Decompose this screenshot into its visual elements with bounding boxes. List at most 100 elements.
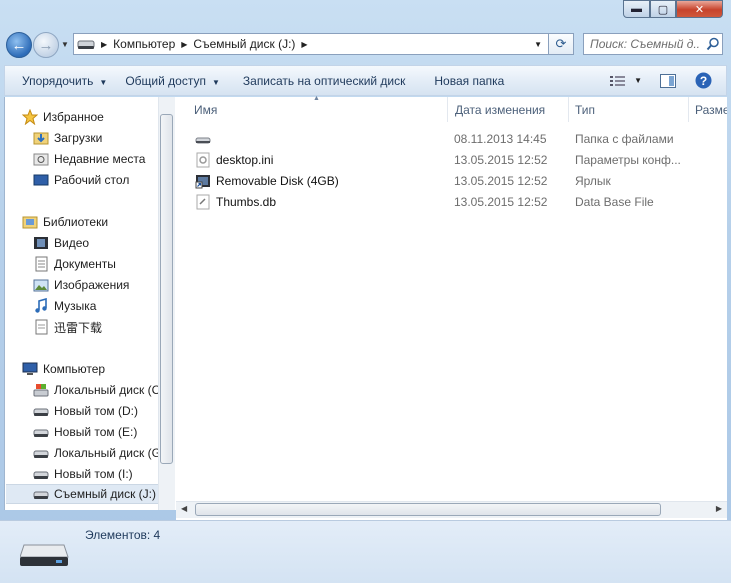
view-options-button[interactable]: ▼ [610, 75, 642, 87]
scroll-right-icon[interactable]: ▶ [716, 504, 722, 513]
maximize-button[interactable]: ▢ [650, 0, 676, 18]
downloads-folder-icon [33, 132, 49, 145]
share-menu[interactable]: Общий доступ ▼ [116, 74, 229, 88]
recent-places-icon [33, 153, 49, 166]
arrow-left-icon: ← [11, 36, 27, 54]
desktop-icon [33, 174, 49, 186]
file-row[interactable]: Removable Disk (4GB) 13.05.2015 12:52 Яр… [190, 170, 710, 191]
nav-favorites[interactable]: Избранное [22, 107, 178, 127]
arrow-right-icon: → [38, 36, 54, 54]
file-row[interactable]: 08.11.2013 14:45 Папка с файлами [190, 128, 710, 149]
breadcrumb-separator[interactable]: ▶ [101, 40, 107, 49]
star-icon [22, 109, 38, 125]
folder-icon [35, 319, 48, 335]
file-name: Thumbs.db [216, 194, 277, 209]
view-list-icon [610, 75, 626, 86]
music-icon [35, 298, 47, 313]
chevron-down-icon: ▼ [99, 77, 108, 87]
video-icon [34, 237, 48, 249]
removable-drive-icon [33, 491, 49, 499]
help-icon[interactable]: ? [695, 72, 712, 89]
chevron-down-icon: ▼ [634, 76, 642, 85]
preview-pane-icon[interactable] [660, 73, 676, 88]
column-size-label: Разме [695, 102, 727, 117]
address-bar[interactable]: ▶ Компьютер ▶ Съемный диск (J:) ▶ ▼ [73, 33, 549, 55]
nav-video-label: Видео [54, 236, 90, 250]
nav-desktop-label: Рабочий стол [54, 173, 130, 187]
search-icon[interactable] [706, 37, 720, 51]
search-input[interactable] [590, 37, 700, 51]
breadcrumb-computer[interactable]: Компьютер [113, 37, 175, 51]
nav-favorites-label: Избранное [43, 110, 104, 124]
file-date: 13.05.2015 12:52 [454, 173, 548, 188]
column-name-label: Имя [194, 102, 218, 117]
system-drive-icon [33, 384, 49, 397]
column-header-date[interactable]: Дата изменения [449, 97, 569, 122]
breadcrumb-separator[interactable]: ▶ [301, 40, 307, 49]
nav-drive-j-label: Съемный диск (J:) [54, 487, 156, 501]
close-button[interactable]: ✕ [676, 0, 723, 18]
item-count: Элементов: 4 [85, 528, 161, 542]
nav-documents-label: Документы [54, 257, 116, 271]
chevron-down-icon: ▼ [211, 77, 220, 87]
hard-drive-icon [33, 408, 49, 416]
nav-music-label: Музыка [54, 299, 97, 313]
column-header-type[interactable]: Тип [569, 97, 689, 122]
hard-drive-icon [33, 429, 49, 437]
burn-button[interactable]: Записать на оптический диск [229, 74, 415, 88]
shortcut-icon [195, 174, 210, 188]
file-type: Data Base File [575, 194, 654, 209]
sort-ascending-icon: ▲ [313, 95, 320, 102]
forward-button[interactable]: → [33, 32, 59, 58]
organize-label: Упорядочить [22, 73, 94, 88]
database-file-icon [196, 194, 210, 209]
nav-drive-i-label: Новый том (I:) [54, 467, 133, 481]
drive-icon [77, 40, 95, 49]
file-row[interactable]: Thumbs.db 13.05.2015 12:52 Data Base Fil… [190, 191, 710, 212]
nav-drive-j[interactable]: Съемный диск (J:) [6, 484, 158, 504]
breadcrumb-removable-disk[interactable]: Съемный диск (J:) [193, 37, 295, 51]
nav-xunlei-downloads-label: 迅雷下载 [54, 320, 103, 335]
removable-drive-large-icon [20, 544, 69, 566]
nav-drive-d-label: Новый том (D:) [54, 404, 138, 418]
nav-drive-e-label: Новый том (E:) [54, 425, 138, 439]
scroll-left-icon[interactable]: ◀ [181, 504, 187, 513]
back-button[interactable]: ← [6, 32, 32, 58]
recent-pages-dropdown[interactable]: ▼ [61, 40, 69, 49]
nav-downloads-label: Загрузки [54, 131, 103, 145]
nav-computer-label: Компьютер [43, 362, 106, 376]
nav-libraries-label: Библиотеки [43, 215, 109, 229]
settings-file-icon [196, 152, 210, 167]
refresh-icon: ⟳ [555, 36, 567, 51]
organize-menu[interactable]: Упорядочить ▼ [13, 74, 116, 88]
breadcrumb-separator[interactable]: ▶ [181, 40, 187, 49]
nav-drive-g-label: Локальный диск (G [54, 446, 161, 460]
file-name: desktop.ini [216, 152, 274, 167]
nav-computer[interactable]: Компьютер [22, 359, 178, 379]
column-type-label: Тип [575, 102, 596, 117]
hard-drive-icon [33, 450, 49, 458]
svg-text:?: ? [700, 74, 707, 88]
horizontal-scrollbar-thumb[interactable] [195, 503, 661, 516]
window-controls: ▬ ▢ ✕ [623, 0, 727, 20]
nav-scrollbar-thumb[interactable] [160, 114, 173, 464]
file-type: Ярлык [575, 173, 611, 188]
hard-drive-icon [33, 471, 49, 479]
file-date: 13.05.2015 12:52 [454, 152, 548, 167]
nav-libraries[interactable]: Библиотеки [22, 212, 178, 232]
minimize-button[interactable]: ▬ [623, 0, 650, 18]
libraries-icon [22, 216, 38, 229]
column-header-size[interactable]: Разме [689, 97, 727, 122]
file-date: 08.11.2013 14:45 [454, 131, 547, 146]
file-row[interactable]: desktop.ini 13.05.2015 12:52 Параметры к… [190, 149, 710, 170]
search-box[interactable] [583, 33, 723, 55]
address-history-dropdown[interactable]: ▼ [534, 40, 542, 49]
documents-icon [35, 256, 48, 272]
new-folder-button[interactable]: Новая папка [414, 74, 513, 88]
nav-recent-places-label: Недавние места [54, 152, 146, 166]
details-pane: Элементов: 4 [0, 520, 731, 583]
pictures-icon [33, 279, 49, 292]
nav-pictures-label: Изображения [54, 278, 130, 292]
nav-drive-c-label: Локальный диск (C [54, 383, 161, 397]
refresh-button[interactable]: ⟳ [549, 33, 574, 55]
